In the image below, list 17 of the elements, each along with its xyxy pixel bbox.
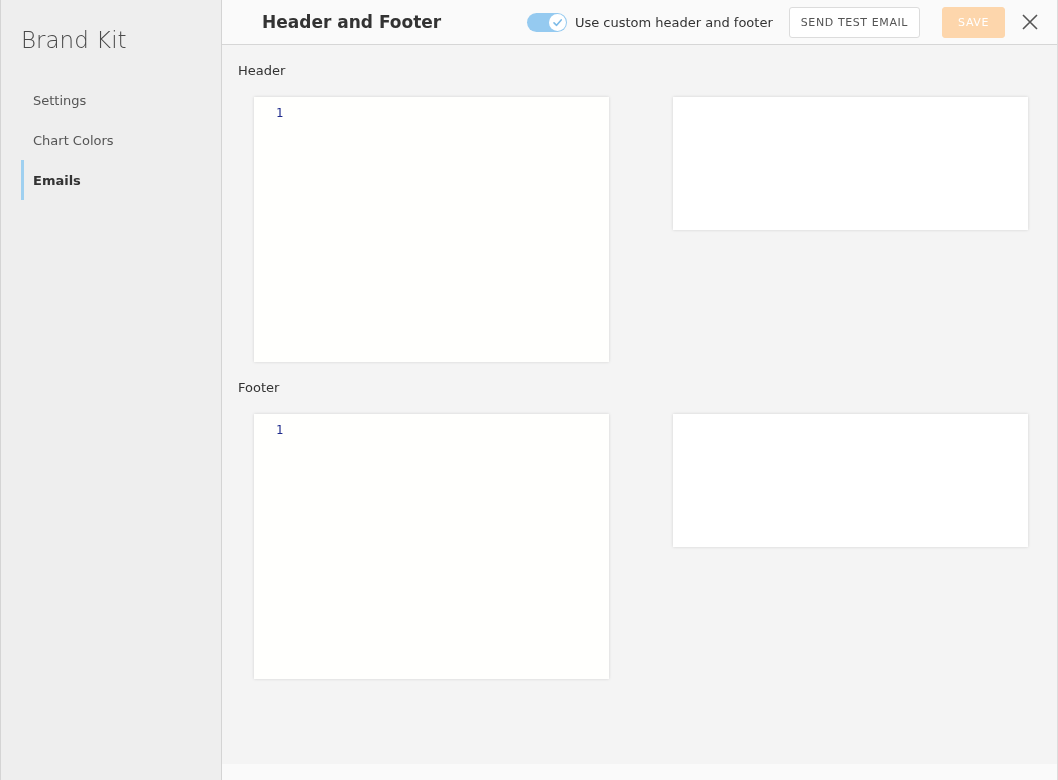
check-icon — [548, 13, 566, 31]
sidebar-item[interactable]: Emails — [21, 160, 85, 200]
sidebar-item[interactable]: Chart Colors — [21, 120, 118, 160]
page-title: Header and Footer — [262, 12, 442, 32]
toggle-switch[interactable] — [526, 12, 567, 32]
line-number: 1 — [276, 105, 284, 121]
sidebar-item[interactable]: Settings — [21, 80, 91, 120]
code-editor[interactable]: 1 — [254, 414, 609, 679]
close-button[interactable] — [1022, 14, 1038, 30]
section-label: Footer — [238, 379, 280, 397]
code-editor[interactable]: 1 — [254, 97, 609, 362]
toggle-label: Use custom header and footer — [574, 14, 773, 30]
outline-button[interactable]: SEND TEST EMAIL — [788, 6, 921, 38]
close-icon — [1022, 14, 1038, 30]
line-number: 1 — [276, 422, 284, 438]
section-label: Header — [238, 62, 286, 80]
sidebar-title: Brand Kit — [21, 26, 127, 54]
